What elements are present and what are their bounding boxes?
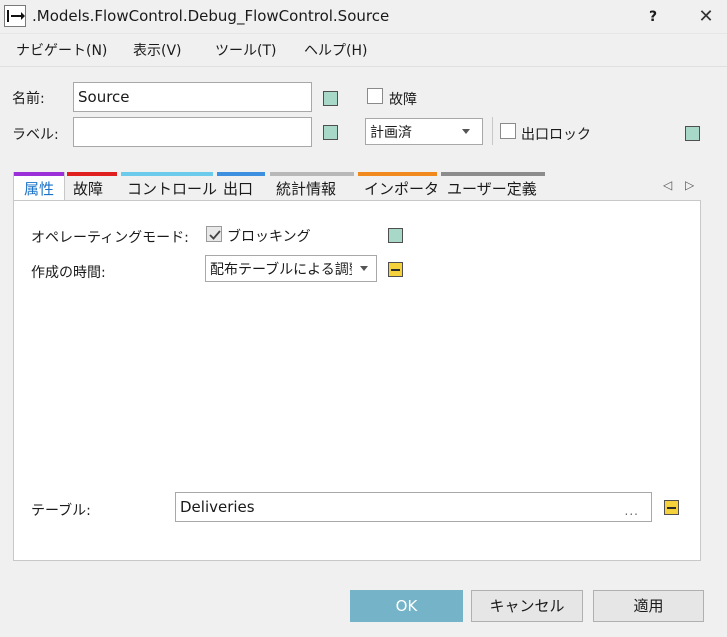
- tab-scroll-right-icon[interactable]: ▷: [685, 178, 694, 192]
- exit-lock-inherit-indicator[interactable]: [685, 126, 700, 141]
- failure-checkbox-label: 故障: [389, 92, 417, 108]
- tab-failure[interactable]: 故障: [67, 172, 117, 200]
- table-field[interactable]: Deliveries ...: [175, 492, 652, 522]
- creation-time-label: 作成の時間:: [31, 265, 106, 281]
- creation-time-dropdown[interactable]: 配布テーブルによる調整: [205, 255, 377, 282]
- tab-exit[interactable]: 出口: [217, 172, 265, 200]
- tab-user-defined[interactable]: ユーザー定義: [441, 172, 545, 200]
- tab-color-bar: [121, 172, 213, 176]
- table-override-indicator[interactable]: [664, 500, 679, 515]
- tab-color-bar: [217, 172, 265, 176]
- exit-lock-label: 出口ロック: [521, 127, 591, 143]
- tab-color-bar: [270, 172, 354, 176]
- title-bar: .Models.FlowControl.Debug_FlowControl.So…: [0, 0, 727, 34]
- creation-time-value: 配布テーブルによる調整: [210, 262, 352, 278]
- operating-mode-inherit-indicator[interactable]: [388, 228, 403, 243]
- window-title: .Models.FlowControl.Debug_FlowControl.So…: [32, 7, 390, 25]
- tab-statistics[interactable]: 統計情報: [270, 172, 354, 200]
- tab-label: 故障: [73, 180, 104, 198]
- creation-time-override-indicator[interactable]: [388, 262, 403, 277]
- table-value: Deliveries: [180, 498, 255, 516]
- tab-label: 属性: [24, 180, 55, 198]
- label-inherit-indicator[interactable]: [323, 125, 338, 140]
- tab-label: 統計情報: [276, 180, 337, 198]
- help-button[interactable]: ?: [643, 6, 663, 28]
- menu-view[interactable]: 表示(V): [133, 40, 182, 60]
- cancel-button[interactable]: キャンセル: [471, 590, 583, 622]
- menu-tools[interactable]: ツール(T): [215, 40, 276, 60]
- checkmark-icon: [209, 230, 221, 240]
- name-label: 名前:: [12, 91, 45, 107]
- toolbar-separator: [492, 117, 493, 145]
- label-label: ラベル:: [12, 127, 59, 143]
- table-label: テーブル:: [31, 503, 91, 519]
- planned-dropdown-value: 計画済: [370, 125, 412, 141]
- exit-lock-checkbox[interactable]: [500, 123, 516, 139]
- chevron-down-icon: [462, 129, 470, 134]
- menu-bar: ナビゲート(N) 表示(V) ツール(T) ヘルプ(H): [0, 36, 727, 62]
- blocking-label: ブロッキング: [227, 229, 311, 245]
- blocking-checkbox[interactable]: [206, 226, 222, 242]
- tab-color-bar: [14, 172, 64, 176]
- browse-button[interactable]: ...: [625, 499, 639, 521]
- tab-attributes[interactable]: 属性: [13, 172, 65, 200]
- menu-help[interactable]: ヘルプ(H): [304, 40, 367, 60]
- apply-button[interactable]: 適用: [593, 590, 704, 622]
- menu-separator: [0, 66, 727, 67]
- tab-color-bar: [358, 172, 437, 176]
- name-field[interactable]: Source: [73, 82, 312, 112]
- tab-label: インポータ: [364, 180, 440, 198]
- label-field[interactable]: [73, 117, 312, 147]
- name-inherit-indicator[interactable]: [323, 91, 338, 106]
- tab-scroll-left-icon[interactable]: ◁: [663, 178, 672, 192]
- close-button[interactable]: ✕: [693, 5, 719, 29]
- enter-arrow-icon: [4, 5, 26, 27]
- failure-checkbox[interactable]: [367, 88, 383, 104]
- tab-label: 出口: [223, 180, 254, 198]
- tab-color-bar: [441, 172, 545, 176]
- tab-importer[interactable]: インポータ: [358, 172, 440, 200]
- ok-button[interactable]: OK: [350, 590, 463, 622]
- tab-controls[interactable]: コントロール: [121, 172, 217, 200]
- tab-label: コントロール: [127, 180, 218, 198]
- planned-dropdown[interactable]: 計画済: [365, 118, 483, 145]
- menu-navigate[interactable]: ナビゲート(N): [16, 40, 107, 60]
- chevron-down-icon: [360, 266, 368, 271]
- tab-label: ユーザー定義: [447, 180, 537, 198]
- tab-color-bar: [67, 172, 117, 176]
- operating-mode-label: オペレーティングモード:: [31, 230, 189, 246]
